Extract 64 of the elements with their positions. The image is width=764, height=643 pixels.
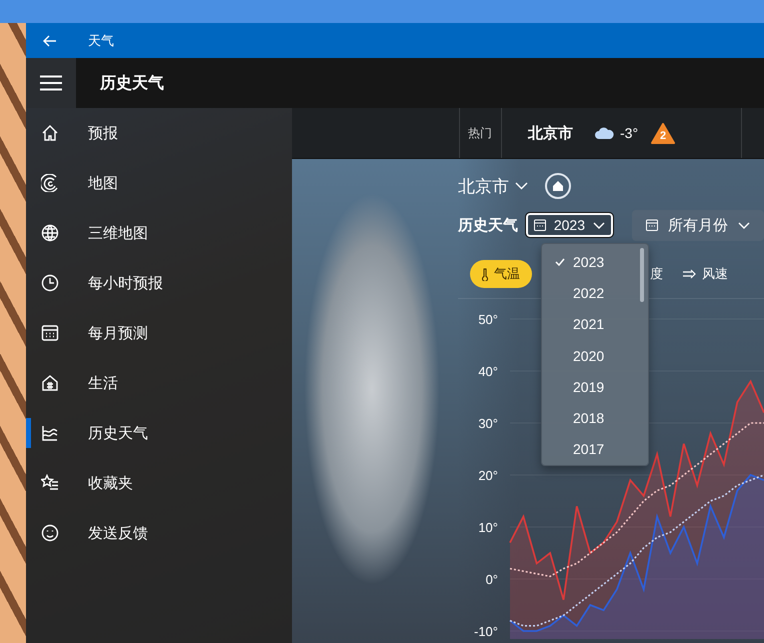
section-title: 历史天气 [458, 216, 519, 234]
hamburger-button[interactable] [26, 58, 76, 108]
sidebar-item[interactable]: 每小时预报 [26, 258, 292, 308]
year-option[interactable]: 2023 [542, 246, 648, 278]
axis-label: -10° [474, 624, 498, 639]
sidebar-item[interactable]: 生活 [26, 358, 292, 408]
page-title: 历史天气 [100, 74, 164, 94]
sidebar-item[interactable]: 预报 [26, 108, 292, 158]
cloud-icon [595, 127, 614, 139]
wave-lines-icon [41, 424, 59, 442]
chevron-icon [515, 182, 528, 190]
city-name[interactable]: 北京市 [528, 124, 573, 142]
year-option[interactable]: 2019 [542, 371, 648, 402]
metric-tab[interactable]: 度 [648, 260, 671, 288]
year-label: 2018 [573, 410, 604, 426]
axis-label: 40° [478, 364, 498, 379]
chevron-icon [738, 222, 750, 228]
home-icon [41, 124, 59, 142]
sidebar-item[interactable]: 发送反馈 [26, 508, 292, 558]
year-label: 2023 [573, 254, 604, 270]
menu-icon [40, 75, 62, 91]
axis-label: 0° [486, 572, 498, 587]
year-option[interactable]: 2018 [542, 402, 648, 434]
smiley-icon [41, 524, 59, 542]
sidebar-item[interactable]: 收藏夹 [26, 458, 292, 508]
section-label[interactable]: 热门 [459, 108, 502, 158]
window-title: 天气 [88, 32, 114, 50]
metric-tab[interactable]: 风速 [671, 260, 740, 288]
chevron-icon [593, 222, 605, 228]
arcs-icon [41, 174, 59, 192]
year-option[interactable]: 2022 [542, 277, 648, 309]
home-button[interactable] [545, 173, 571, 199]
sidebar-item[interactable]: 每月预测 [26, 308, 292, 358]
year-label: 2017 [573, 441, 604, 458]
star-list-icon [41, 474, 59, 492]
axis-label: 50° [478, 312, 498, 327]
metric-tab[interactable]: 气温 [470, 260, 532, 288]
month-dropdown[interactable]: 所有月份 [632, 210, 764, 240]
year-dropdown[interactable]: 2023 [526, 213, 613, 237]
home-icon [553, 181, 563, 191]
year-option[interactable]: 2021 [542, 308, 648, 340]
wind-arrow-icon [683, 269, 696, 279]
year-label: 2019 [573, 378, 604, 395]
globe-icon [41, 224, 59, 242]
calendar-icon [534, 219, 546, 231]
axis-label: 20° [478, 468, 498, 483]
sidebar-item[interactable]: 三维地图 [26, 208, 292, 258]
year-option[interactable]: 2017 [542, 434, 648, 466]
house-grid-icon [41, 374, 59, 392]
year-label: 2022 [573, 284, 604, 301]
scrollbar-thumb[interactable] [640, 248, 644, 302]
clock-icon [41, 274, 59, 292]
location-dropdown[interactable]: 北京市 [458, 174, 528, 198]
temperature: -3° [620, 125, 638, 141]
year-label: 2021 [573, 316, 604, 332]
calendar-icon [646, 219, 658, 231]
year-label: 2020 [573, 348, 604, 364]
calendar-icon [41, 324, 59, 342]
back-arrow-icon[interactable] [43, 34, 57, 46]
year-option[interactable]: 2020 [542, 340, 648, 372]
axis-label: 10° [478, 520, 498, 535]
sidebar-item[interactable]: 地图 [26, 158, 292, 208]
axis-label: 30° [478, 416, 498, 431]
thermometer-icon [482, 268, 488, 280]
